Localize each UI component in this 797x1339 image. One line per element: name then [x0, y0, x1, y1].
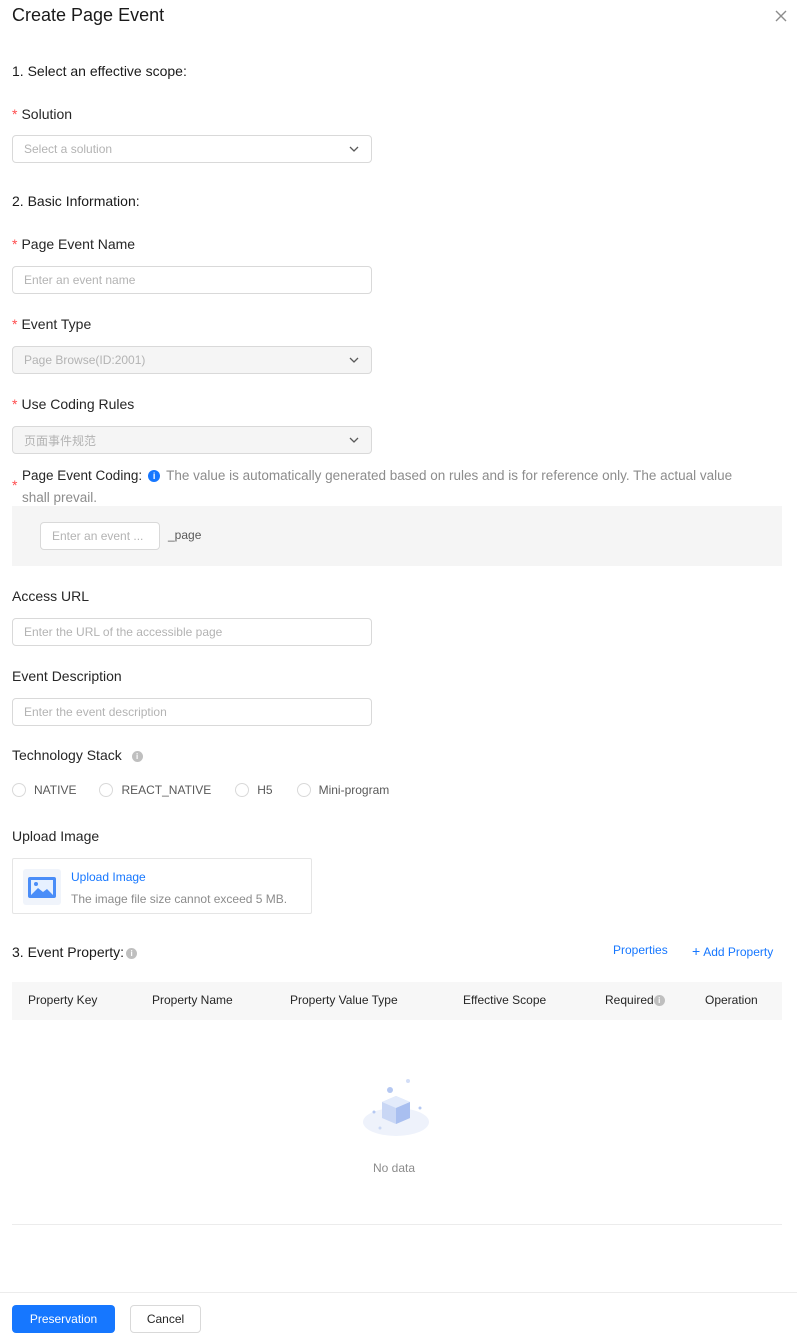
access-url-label: Access URL [12, 588, 90, 604]
required-mark: * [12, 236, 18, 252]
event-coding-suffix: _page [168, 528, 202, 542]
event-type-label-text: Event Type [21, 316, 92, 332]
footer-divider [0, 1292, 797, 1293]
event-type-label: * Event Type [12, 316, 91, 332]
event-name-label: * Page Event Name [12, 236, 135, 252]
required-mark: * [12, 477, 18, 493]
chevron-down-icon [349, 146, 359, 152]
section-property-title: 3. Event Property: i [12, 944, 138, 960]
solution-placeholder: Select a solution [24, 142, 113, 156]
event-coding-panel: Enter an event ... _page [12, 506, 782, 566]
coding-rules-label: * Use Coding Rules [12, 396, 134, 412]
column-header: Operation [705, 993, 758, 1007]
radio-circle[interactable] [296, 783, 311, 797]
radio-label: REACT_NATIVE [121, 783, 212, 797]
section-basic-title: 2. Basic Information: [12, 193, 140, 209]
event-type-select[interactable]: Page Browse(ID:2001) [12, 346, 372, 374]
section-property-title-text: 3. Event Property: [12, 944, 125, 960]
section-scope-title: 1. Select an effective scope: [12, 63, 187, 79]
radio-label: H5 [257, 783, 273, 797]
description-placeholder: Enter the event description [24, 705, 167, 719]
event-coding-input[interactable]: Enter an event ... [40, 522, 160, 550]
tech-stack-radio-group: NATIVE REACT_NATIVE H5 Mini-program [12, 783, 409, 797]
info-icon[interactable]: i [653, 995, 665, 1007]
add-property-link[interactable]: + Add Property [692, 943, 773, 959]
info-icon[interactable]: i [148, 470, 161, 483]
upload-label: Upload Image [12, 828, 100, 844]
column-header: Property Name [152, 993, 233, 1007]
properties-link[interactable]: Properties [613, 943, 668, 957]
chevron-down-icon [349, 357, 359, 363]
column-header-required: Required i [605, 993, 665, 1007]
divider [12, 1224, 782, 1225]
cancel-button[interactable]: Cancel [130, 1305, 201, 1333]
solution-select[interactable]: Select a solution [12, 135, 372, 163]
close-icon[interactable] [772, 7, 790, 25]
solution-label: * Solution [12, 106, 72, 122]
column-header: Required [605, 993, 654, 1007]
access-url-input[interactable]: Enter the URL of the accessible page [12, 618, 372, 646]
column-header: Property Value Type [290, 993, 398, 1007]
radio-circle[interactable] [99, 783, 114, 797]
image-icon [23, 869, 61, 905]
access-url-placeholder: Enter the URL of the accessible page [24, 625, 223, 639]
coding-rules-label-text: Use Coding Rules [21, 396, 135, 412]
column-header: Effective Scope [463, 993, 547, 1007]
description-input[interactable]: Enter the event description [12, 698, 372, 726]
chevron-down-icon [349, 437, 359, 443]
coding-rules-select[interactable]: 页面事件规范 [12, 426, 372, 454]
empty-box-icon [363, 1079, 429, 1136]
save-button[interactable]: Preservation [12, 1305, 115, 1333]
dialog-title: Create Page Event [12, 5, 165, 25]
radio-circle[interactable] [12, 783, 26, 797]
tech-stack-label: Technology Stack i [12, 747, 143, 763]
upload-area[interactable]: Upload Image The image file size cannot … [12, 858, 312, 914]
radio-label: Mini-program [318, 783, 390, 797]
column-header: Property Key [28, 993, 98, 1007]
event-coding-placeholder: Enter an event ... [52, 529, 144, 543]
required-mark: * [12, 316, 18, 332]
radio-react-native[interactable]: REACT_NATIVE [99, 783, 211, 797]
event-coding-label: Page Event Coding: i The value is automati… [22, 465, 762, 509]
required-mark: * [12, 396, 18, 412]
event-coding-label-text: Page Event Coding: [22, 468, 143, 483]
coding-rules-value: 页面事件规范 [24, 433, 97, 448]
radio-mini-program[interactable]: Mini-program [296, 783, 390, 797]
event-name-input[interactable]: Enter an event name [12, 266, 372, 294]
upload-image-link[interactable]: Upload Image [71, 870, 146, 884]
info-icon[interactable]: i [126, 947, 138, 959]
add-property-label: Add Property [703, 945, 774, 959]
info-icon[interactable]: i [131, 750, 143, 762]
event-name-placeholder: Enter an event name [24, 273, 136, 287]
radio-circle[interactable] [235, 783, 250, 797]
event-type-value: Page Browse(ID:2001) [24, 353, 146, 367]
solution-label-text: Solution [21, 106, 73, 122]
required-mark: * [12, 106, 18, 122]
empty-state-text: No data [373, 1161, 416, 1175]
plus-icon: + [692, 943, 701, 959]
tech-stack-label-text: Technology Stack [12, 747, 122, 763]
radio-native[interactable]: NATIVE [12, 783, 76, 797]
upload-hint: The image file size cannot exceed 5 MB. [71, 892, 288, 906]
radio-label: NATIVE [34, 783, 77, 797]
property-table-header: Property Key Property Name Property Valu… [12, 982, 782, 1020]
description-label: Event Description [12, 668, 122, 684]
event-name-label-text: Page Event Name [21, 236, 136, 252]
radio-h5[interactable]: H5 [235, 783, 273, 797]
